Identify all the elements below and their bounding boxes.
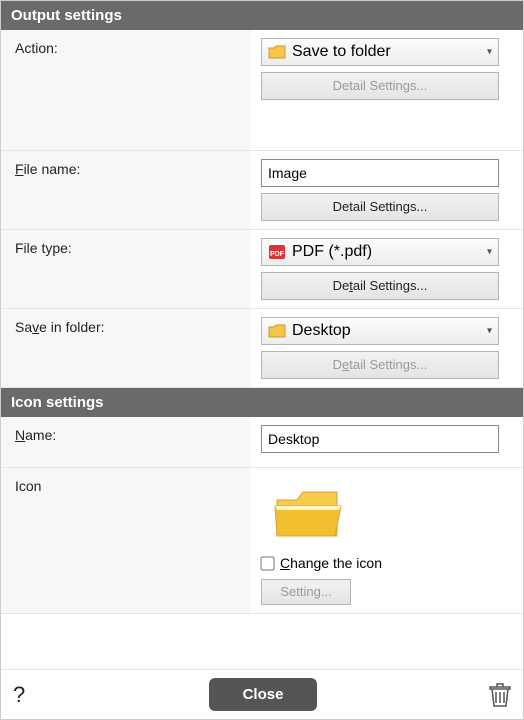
savein-dropdown[interactable]: Desktop ▾ (261, 317, 499, 345)
iconname-label: Name: (1, 417, 251, 467)
icon-settings-header: Icon settings (1, 388, 523, 417)
change-icon-label: Change the icon (280, 555, 382, 571)
folder-icon (268, 45, 286, 59)
chevron-down-icon: ▾ (487, 47, 492, 58)
trash-icon[interactable] (489, 683, 511, 707)
close-button[interactable]: Close (209, 678, 318, 711)
chevron-down-icon: ▾ (487, 326, 492, 337)
folder-large-icon (273, 486, 343, 541)
filetype-value: PDF (*.pdf) (292, 243, 372, 261)
action-label: Action: (1, 30, 251, 150)
iconname-input[interactable] (261, 425, 499, 453)
filename-label: File name: (1, 151, 251, 229)
help-icon[interactable]: ? (13, 682, 37, 708)
folder-icon (268, 324, 286, 338)
icon-label: Icon (1, 468, 251, 613)
chevron-down-icon: ▾ (487, 247, 492, 258)
output-settings-header: Output settings (1, 1, 523, 30)
action-value: Save to folder (292, 43, 391, 61)
icon-setting-button[interactable]: Setting... (261, 579, 351, 605)
action-detail-button[interactable]: Detail Settings... (261, 72, 499, 100)
filetype-dropdown[interactable]: PDF PDF (*.pdf) ▾ (261, 238, 499, 266)
change-icon-checkbox[interactable] (260, 556, 274, 570)
action-dropdown[interactable]: Save to folder ▾ (261, 38, 499, 66)
savein-label: Save in folder: (1, 309, 251, 387)
filetype-label: File type: (1, 230, 251, 308)
filename-input[interactable] (261, 159, 499, 187)
savein-value: Desktop (292, 322, 351, 340)
savein-detail-button[interactable]: Detail Settings... (261, 351, 499, 379)
svg-text:PDF: PDF (270, 251, 285, 258)
filetype-detail-button[interactable]: Detail Settings... (261, 272, 499, 300)
filename-detail-button[interactable]: Detail Settings... (261, 193, 499, 221)
pdf-icon: PDF (268, 244, 286, 260)
